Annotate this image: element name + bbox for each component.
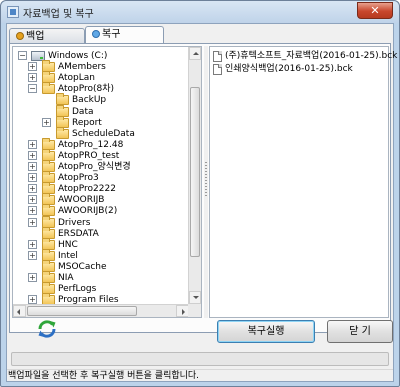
tree-item-label: Program Files <box>58 295 119 304</box>
title-bar[interactable]: 자료백업 및 복구 ✕ <box>1 1 399 23</box>
folder-icon <box>42 204 55 217</box>
expand-toggle-icon[interactable]: + <box>28 195 37 205</box>
scroll-up-arrow-icon[interactable] <box>189 47 201 60</box>
status-bar: 백업파일을 선택한 후 복구실행 버튼을 클릭합니다. <box>7 369 393 382</box>
close-button[interactable]: 닫 기 <box>327 320 393 343</box>
expand-toggle-icon[interactable]: + <box>28 184 37 194</box>
expand-toggle-icon[interactable]: + <box>28 295 37 304</box>
expand-toggle-icon[interactable]: + <box>28 217 37 227</box>
file-item-label: 인쇄양식백업(2016-01-25).bck <box>225 64 353 74</box>
expand-toggle-icon[interactable]: + <box>28 73 37 83</box>
expand-toggle-icon[interactable]: + <box>28 239 37 249</box>
tree-item[interactable]: + Program Files <box>13 293 189 304</box>
expand-toggle-icon[interactable]: + <box>28 150 37 160</box>
expand-toggle-icon[interactable]: + <box>28 173 37 183</box>
expand-toggle-icon[interactable]: + <box>28 206 37 216</box>
file-icon <box>213 51 222 62</box>
tree-horizontal-scrollbar[interactable] <box>13 304 189 317</box>
tab-restore[interactable]: 복구(Restore) <box>85 26 164 56</box>
scroll-down-arrow-icon[interactable] <box>189 291 201 304</box>
tree-vertical-scroll-thumb[interactable] <box>190 87 200 257</box>
folder-icon <box>56 93 69 106</box>
expand-toggle-icon[interactable]: + <box>28 62 37 72</box>
expand-toggle-icon[interactable]: + <box>28 139 37 149</box>
folder-tree-content: − Windows (C:) + AMembers + AtopLan − AtopPro(8… <box>13 47 189 304</box>
window-close-button[interactable]: ✕ <box>357 2 393 19</box>
collapse-toggle-icon[interactable]: − <box>18 51 27 60</box>
backup-tab-icon <box>16 32 24 40</box>
app-icon <box>7 6 19 18</box>
restore-tab-icon <box>92 30 100 38</box>
scrollbar-corner <box>188 304 201 317</box>
dialog-client-area: 백업(Backup) 복구(Restore) −Windows (C:)+AMe… <box>6 23 397 382</box>
refresh-icon[interactable] <box>37 319 57 339</box>
tree-horizontal-scroll-thumb[interactable] <box>27 306 137 316</box>
folder-icon <box>42 82 55 95</box>
window-title: 자료백업 및 복구 <box>23 9 94 20</box>
backup-file-list[interactable]: (주)휴텍소프트_자료백업(2016-01-25).bck 인쇄양식백업(201… <box>209 46 397 318</box>
expand-toggle-icon[interactable]: + <box>28 250 37 260</box>
collapse-toggle-icon[interactable]: − <box>28 84 37 94</box>
tab-backup[interactable]: 백업(Backup) <box>9 28 85 58</box>
expand-toggle-icon[interactable]: + <box>28 162 37 171</box>
folder-icon <box>42 293 55 304</box>
tree-vertical-scrollbar[interactable] <box>188 47 201 304</box>
progress-bar <box>11 352 389 366</box>
file-item-label: (주)휴텍소프트_자료백업(2016-01-25).bck <box>225 51 398 61</box>
dialog-window: 자료백업 및 복구 ✕ 백업(Backup) 복구(Restore) −Wind… <box>0 0 400 387</box>
restore-execute-button[interactable]: 복구실행 <box>217 320 315 343</box>
file-icon <box>213 64 222 75</box>
expand-toggle-icon[interactable]: + <box>42 117 51 127</box>
folder-tree[interactable]: − Windows (C:) + AMembers + AtopLan − AtopPro(8… <box>12 46 202 318</box>
expand-toggle-icon[interactable]: + <box>28 273 37 282</box>
scroll-left-arrow-icon[interactable] <box>13 305 26 317</box>
restore-tab-panel: − Windows (C:) + AMembers + AtopLan − AtopPro(8… <box>9 43 397 333</box>
folder-icon <box>56 126 69 139</box>
pane-splitter[interactable] <box>204 46 208 318</box>
